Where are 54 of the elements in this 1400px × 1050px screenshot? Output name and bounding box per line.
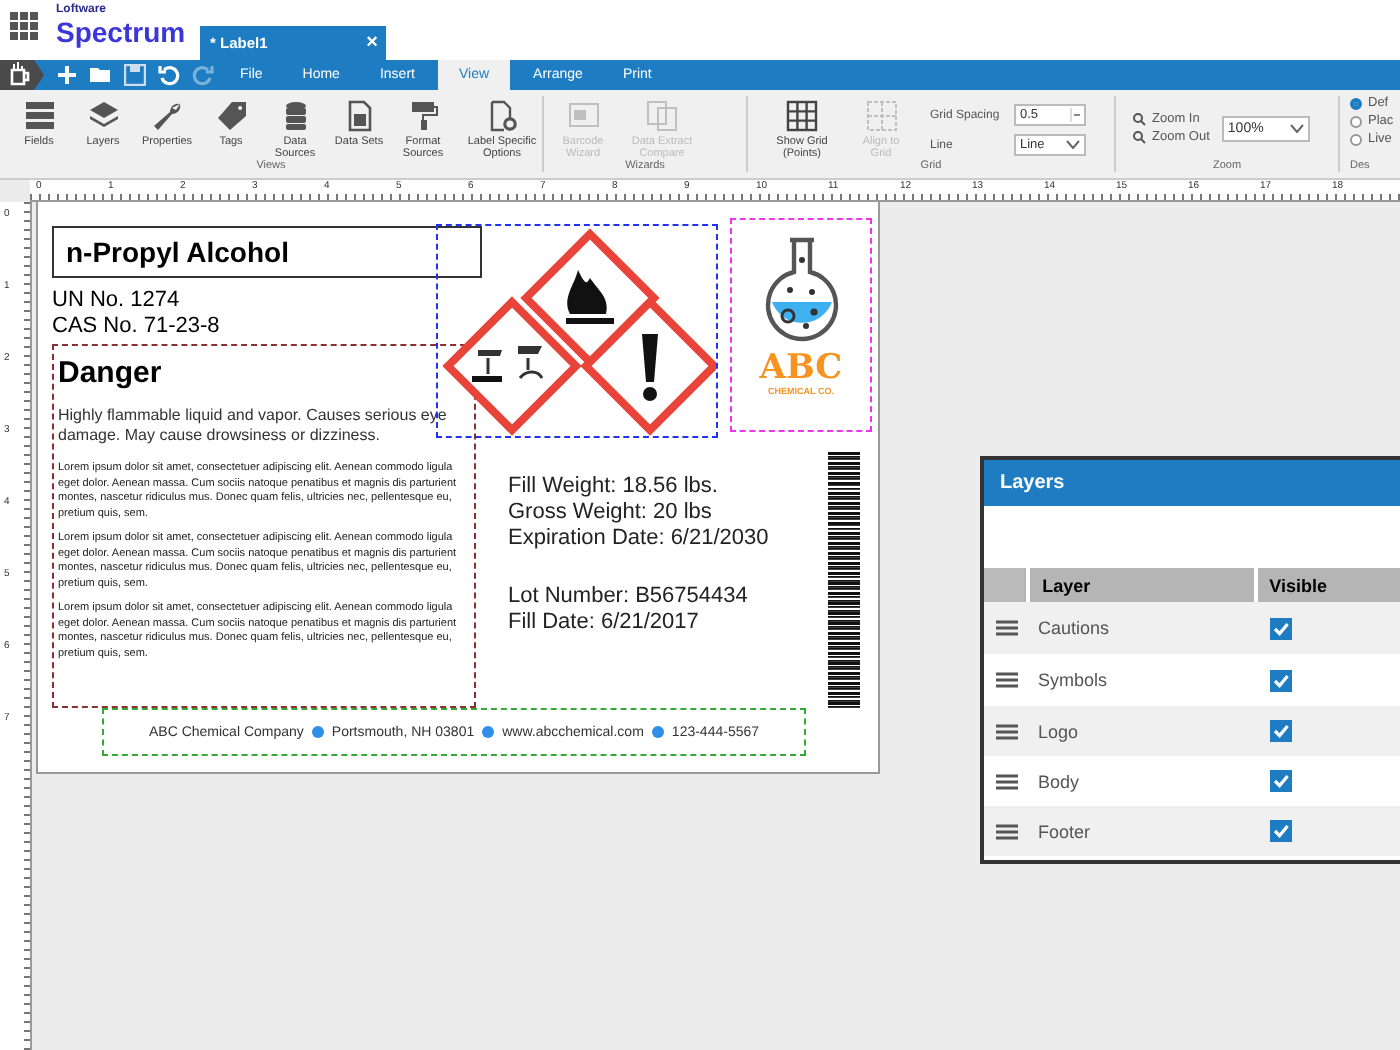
un-number[interactable]: UN No. 1274: [52, 288, 220, 314]
exclamation-pictogram: [580, 296, 716, 436]
visible-checkbox[interactable]: [1270, 669, 1292, 691]
layers-icon: [87, 100, 119, 132]
product-title[interactable]: n-Propyl Alcohol: [52, 226, 482, 278]
bullet-icon: [311, 726, 324, 738]
bullet-icon: [651, 726, 664, 738]
tag-icon: [215, 100, 247, 132]
close-button[interactable]: ×: [366, 32, 378, 54]
lot-line: Lot Number: B56754434: [508, 584, 748, 610]
caret-icon: [1289, 123, 1304, 133]
align-icon: [865, 100, 897, 132]
weight-line: Fill Weight: 18.56 lbs.: [508, 474, 720, 500]
fields-icon: [23, 100, 55, 132]
cas-number[interactable]: CAS No. 71-23-8: [52, 314, 220, 340]
weight-line: Gross Weight: 20 lbs: [508, 500, 714, 526]
grid-icon: [786, 100, 818, 132]
panel-title: Layers: [984, 460, 1400, 506]
corrosion-pictogram: [442, 296, 582, 436]
drag-handle-icon[interactable]: [996, 672, 1018, 688]
flask-icon: [761, 236, 841, 344]
magnifier-icon: [1132, 112, 1146, 126]
roller-icon: [407, 100, 439, 132]
lot-line: Fill Date: 6/21/2017: [508, 610, 701, 636]
brand-logo: Spectrum: [56, 18, 188, 48]
wrench-icon: [151, 100, 183, 132]
app-grid-icon[interactable]: [10, 12, 40, 42]
weight-line: Expiration Date: 6/21/2030: [508, 526, 769, 552]
drag-handle-icon[interactable]: [996, 620, 1018, 636]
open-icon[interactable]: [90, 64, 112, 86]
sheet-icon: [343, 100, 375, 132]
magnifier-icon: [1132, 130, 1146, 144]
visible-checkbox[interactable]: [1270, 617, 1292, 639]
compare-icon: [646, 100, 678, 132]
visible-checkbox[interactable]: [1270, 770, 1292, 792]
new-icon[interactable]: [56, 64, 78, 86]
drag-handle-icon[interactable]: [996, 723, 1018, 739]
visible-checkbox[interactable]: [1270, 820, 1292, 842]
barcode[interactable]: [828, 452, 860, 712]
drag-handle-icon[interactable]: [996, 823, 1018, 839]
cup-icon[interactable]: [0, 60, 44, 90]
save-icon[interactable]: [124, 64, 146, 86]
bullet-icon: [482, 726, 495, 738]
layer-name[interactable]: Symbols: [1038, 670, 1270, 690]
weights-text[interactable]: Fill Weight: 18.56 lbs. Gross Weight: 20 lbs Expiration Date: 6/21/2030: [508, 474, 769, 552]
caret-icon: [1066, 140, 1080, 150]
layer-name[interactable]: Body: [1038, 771, 1270, 791]
signal-word: Danger: [58, 356, 164, 390]
undo-icon[interactable]: [158, 64, 180, 86]
visible-checkbox[interactable]: [1270, 720, 1292, 742]
drag-handle-icon[interactable]: [996, 773, 1018, 789]
hazard-statement: Highly flammable liquid and vapor. Causes serious eye damage. May cause drowsiness or dizziness.: [58, 406, 449, 446]
lot-text[interactable]: Lot Number: B56754434 Fill Date: 6/21/2017: [508, 584, 748, 636]
logo-wordmark: ABC: [759, 352, 843, 386]
